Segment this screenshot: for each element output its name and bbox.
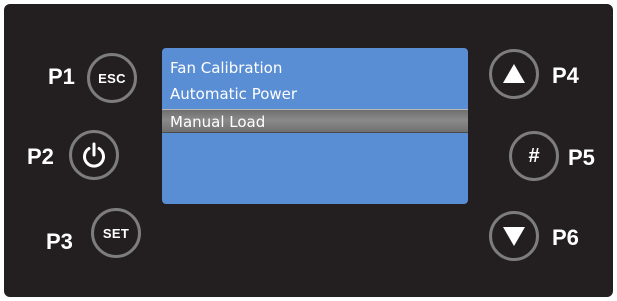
power-button[interactable] (69, 130, 119, 180)
p5-label: P5 (568, 145, 595, 170)
p6-label: P6 (552, 225, 579, 250)
hash-button[interactable]: # (509, 131, 559, 181)
p1-label: P1 (48, 64, 75, 89)
esc-text: ESC (98, 70, 126, 86)
esc-button[interactable]: ESC (87, 53, 137, 103)
triangle-down-icon (503, 227, 525, 246)
lcd-display: Fan Calibration Automatic Power Manual L… (162, 48, 468, 204)
set-text: SET (102, 225, 130, 241)
menu-item-fan-calibration[interactable]: Fan Calibration (162, 56, 468, 80)
p4-label: P4 (552, 63, 579, 88)
up-button[interactable] (489, 49, 539, 99)
control-panel-image: P1 P2 P3 ESC SET Fan Calibration Automat… (0, 0, 617, 301)
triangle-up-icon (503, 64, 525, 83)
p3-label: P3 (46, 229, 73, 254)
hash-icon: # (528, 144, 540, 167)
down-button[interactable] (489, 211, 539, 261)
menu-item-manual-load[interactable]: Manual Load (162, 109, 468, 133)
power-icon (83, 142, 105, 168)
set-button[interactable]: SET (91, 208, 141, 258)
menu-item-automatic-power[interactable]: Automatic Power (162, 82, 468, 106)
p2-label: P2 (27, 144, 54, 169)
